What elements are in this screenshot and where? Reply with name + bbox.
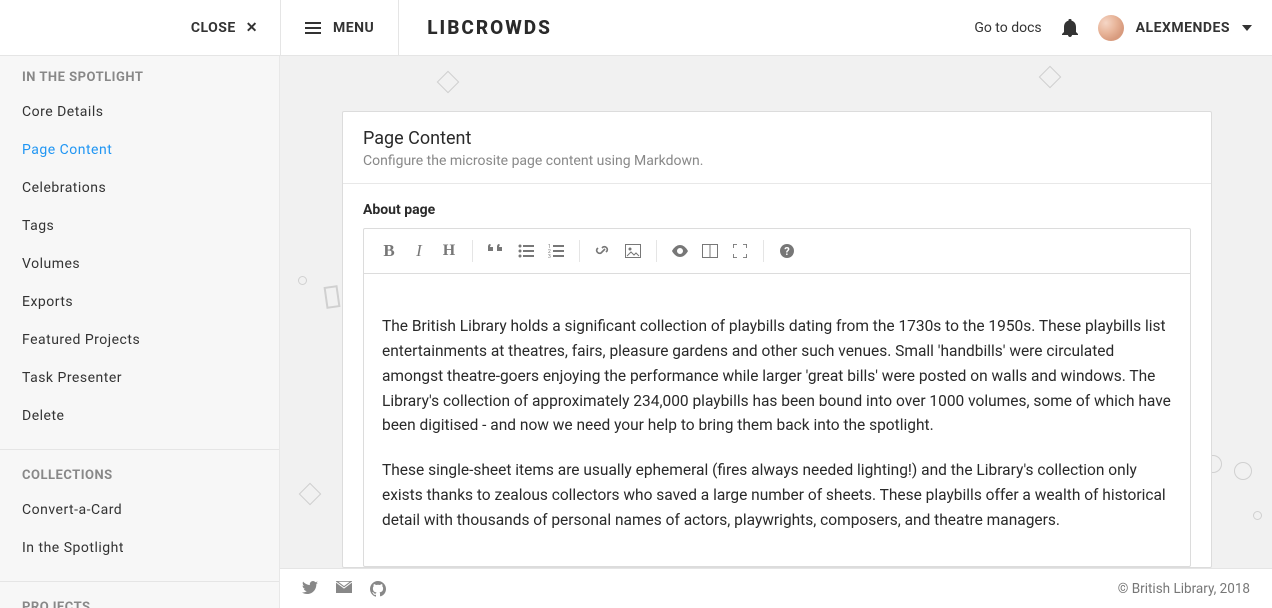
brand-logo: LIBCROWDS: [427, 16, 552, 39]
sidebar-item-celebrations[interactable]: Celebrations: [0, 169, 279, 207]
editor-textarea[interactable]: The British Library holds a significant …: [364, 274, 1190, 566]
ordered-list-icon[interactable]: 123: [541, 236, 571, 266]
bold-icon[interactable]: B: [374, 236, 404, 266]
menu-label: MENU: [333, 20, 374, 36]
italic-icon[interactable]: I: [404, 236, 434, 266]
svg-text:?: ?: [784, 245, 790, 258]
avatar: [1098, 15, 1124, 41]
notifications-icon[interactable]: [1062, 19, 1078, 37]
main-content: Page Content Configure the microsite pag…: [280, 56, 1272, 568]
fullscreen-icon[interactable]: [725, 236, 755, 266]
toolbar-divider: [656, 240, 657, 262]
card-body: About page B I H 123: [343, 184, 1211, 567]
sidebar-item-page-content[interactable]: Page Content: [0, 131, 279, 169]
sidebar-divider: [0, 449, 279, 450]
quote-icon[interactable]: [481, 236, 511, 266]
sidebar-item-task-presenter[interactable]: Task Presenter: [0, 359, 279, 397]
sidebar-item-core-details[interactable]: Core Details: [0, 93, 279, 131]
card-header: Page Content Configure the microsite pag…: [343, 112, 1211, 184]
user-menu[interactable]: ALEXMENDES: [1098, 15, 1252, 41]
card-subtitle: Configure the microsite page content usi…: [363, 153, 1191, 169]
image-icon[interactable]: [618, 236, 648, 266]
sidebar-item-delete[interactable]: Delete: [0, 397, 279, 435]
heading-icon[interactable]: H: [434, 236, 464, 266]
footer-social: [302, 581, 386, 597]
footer-copyright: © British Library, 2018: [1118, 581, 1250, 597]
sidebar-item-tags[interactable]: Tags: [0, 207, 279, 245]
hamburger-icon: [305, 22, 321, 34]
close-label: CLOSE: [191, 20, 236, 36]
caret-down-icon: [1242, 25, 1252, 31]
toolbar-divider: [763, 240, 764, 262]
sidebar-item-featured-projects[interactable]: Featured Projects: [0, 321, 279, 359]
username: ALEXMENDES: [1136, 20, 1230, 36]
docs-link[interactable]: Go to docs: [974, 20, 1041, 36]
markdown-editor: B I H 123: [363, 228, 1191, 567]
sidebar-section-spotlight: IN THE SPOTLIGHT: [0, 56, 279, 93]
close-icon: ✕: [246, 20, 258, 36]
page-content-card: Page Content Configure the microsite pag…: [342, 111, 1212, 568]
unordered-list-icon[interactable]: [511, 236, 541, 266]
close-button[interactable]: CLOSE ✕: [0, 0, 280, 55]
editor-paragraph: These single-sheet items are usually eph…: [382, 458, 1172, 532]
twitter-icon[interactable]: [302, 581, 318, 597]
footer: © British Library, 2018: [280, 568, 1272, 608]
sidebar-item-exports[interactable]: Exports: [0, 283, 279, 321]
link-icon[interactable]: [588, 236, 618, 266]
toolbar-divider: [472, 240, 473, 262]
preview-icon[interactable]: [665, 236, 695, 266]
github-icon[interactable]: [370, 581, 386, 597]
svg-text:3: 3: [548, 254, 551, 258]
sidebar-section-projects: PROJECTS: [0, 586, 279, 608]
sidebar-item-convert-a-card[interactable]: Convert-a-Card: [0, 491, 279, 529]
help-icon[interactable]: ?: [772, 236, 802, 266]
menu-button[interactable]: MENU: [280, 0, 399, 55]
editor-paragraph: The British Library holds a significant …: [382, 314, 1172, 438]
sidebar-divider: [0, 581, 279, 582]
sidebar-section-collections: COLLECTIONS: [0, 454, 279, 491]
email-icon[interactable]: [336, 581, 352, 597]
toolbar-divider: [579, 240, 580, 262]
side-by-side-icon[interactable]: [695, 236, 725, 266]
card-title: Page Content: [363, 128, 1191, 149]
top-bar: CLOSE ✕ MENU LIBCROWDS Go to docs ALEXME…: [0, 0, 1272, 56]
editor-toolbar: B I H 123: [364, 229, 1190, 274]
sidebar-item-volumes[interactable]: Volumes: [0, 245, 279, 283]
sidebar-item-in-the-spotlight[interactable]: In the Spotlight: [0, 529, 279, 567]
about-page-label: About page: [363, 202, 1191, 218]
sidebar: IN THE SPOTLIGHT Core Details Page Conte…: [0, 0, 280, 608]
top-right-group: Go to docs ALEXMENDES: [974, 0, 1272, 55]
